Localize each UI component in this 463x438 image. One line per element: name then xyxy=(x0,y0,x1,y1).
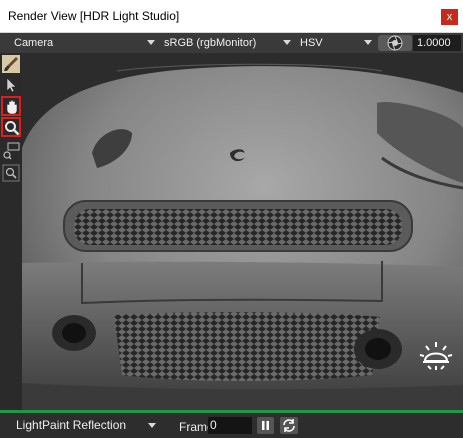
light-bulb-icon xyxy=(419,342,453,370)
paintbrush-icon xyxy=(2,55,20,73)
pointer-arrow-icon xyxy=(6,77,17,93)
pause-icon xyxy=(262,421,269,430)
region-zoom-tool[interactable] xyxy=(1,141,21,161)
render-viewport[interactable] xyxy=(22,53,463,410)
color-model-select[interactable]: HSV xyxy=(296,35,374,51)
close-button[interactable]: x xyxy=(441,9,458,25)
hand-icon xyxy=(6,99,18,115)
pan-tool[interactable] xyxy=(1,96,21,116)
camera-select-value: Camera xyxy=(14,37,54,49)
color-space-value: sRGB (rgbMonitor) xyxy=(164,37,257,49)
paintbrush-tool[interactable] xyxy=(1,54,21,74)
chevron-down-icon xyxy=(364,40,372,45)
region-zoom-icon xyxy=(3,142,20,160)
refresh-button[interactable] xyxy=(280,417,298,434)
window-title: Render View [HDR Light Studio] xyxy=(8,9,180,23)
exposure-aperture-button[interactable] xyxy=(378,35,412,51)
color-space-select[interactable]: sRGB (rgbMonitor) xyxy=(160,35,293,51)
pause-button[interactable] xyxy=(257,417,274,434)
refresh-icon xyxy=(283,419,295,432)
title-bar: Render View [HDR Light Studio] x xyxy=(0,0,463,33)
bottom-bar: LightPaint Reflection Frame xyxy=(0,413,463,438)
exposure-input[interactable]: 1.0000 xyxy=(413,35,461,51)
zoom-fit-tool[interactable] xyxy=(1,163,21,183)
select-tool[interactable] xyxy=(1,75,21,95)
render-mode-select[interactable]: LightPaint Reflection xyxy=(12,417,158,434)
light-bulb-button[interactable] xyxy=(417,337,455,375)
tool-palette xyxy=(0,53,22,410)
zoom-tool[interactable] xyxy=(1,117,21,137)
magnifier-icon xyxy=(5,121,20,136)
color-model-value: HSV xyxy=(300,37,323,49)
aperture-icon xyxy=(387,35,403,51)
render-toolbar: Camera sRGB (rgbMonitor) HSV 1.0000 xyxy=(0,33,463,53)
chevron-down-icon xyxy=(147,40,155,45)
camera-select[interactable]: Camera xyxy=(10,35,157,51)
car-front-render xyxy=(22,53,463,410)
zoom-fit-icon xyxy=(2,164,20,182)
chevron-down-icon xyxy=(148,423,156,428)
render-mode-value: LightPaint Reflection xyxy=(16,418,127,432)
chevron-down-icon xyxy=(283,40,291,45)
frame-input[interactable] xyxy=(208,417,252,434)
